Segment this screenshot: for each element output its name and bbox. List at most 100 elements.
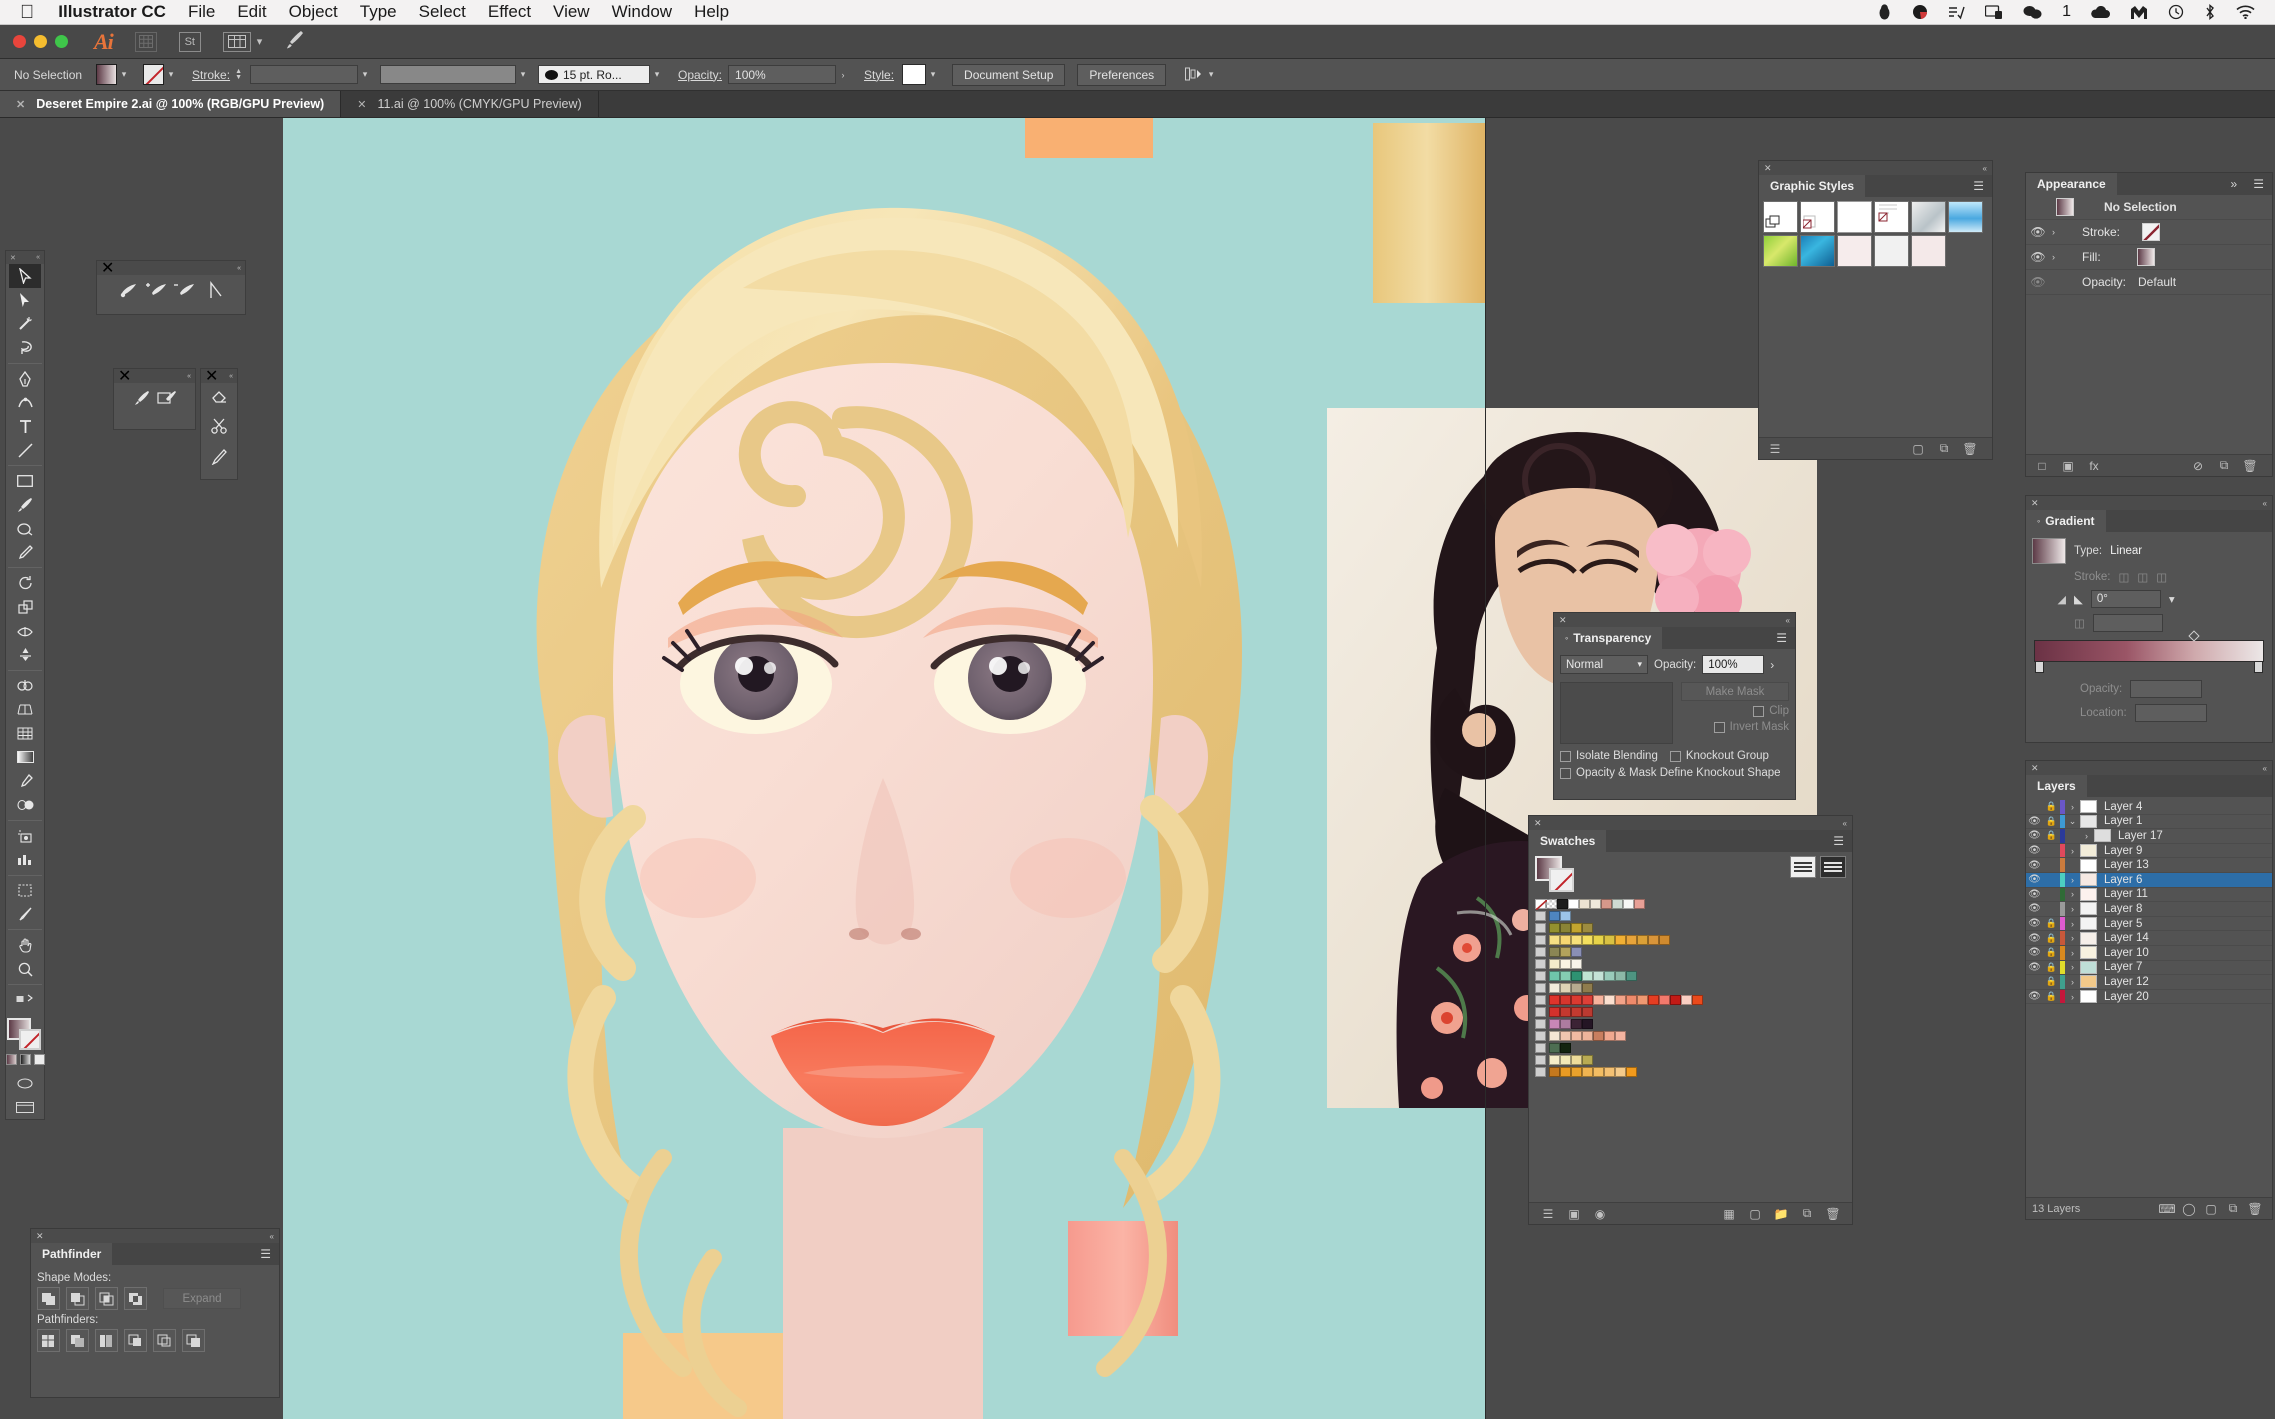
color-swatch[interactable] — [1560, 1042, 1571, 1053]
add-new-stroke-icon[interactable]: □ — [2032, 458, 2052, 474]
rectangle-tool[interactable] — [9, 469, 41, 493]
collapse-icon[interactable]: « — [270, 1232, 274, 1241]
color-swatch[interactable] — [1571, 958, 1582, 969]
stroke-profile-field[interactable] — [380, 65, 516, 84]
cloud-icon[interactable] — [2091, 5, 2110, 19]
shaper-tool[interactable] — [9, 517, 41, 541]
color-swatch[interactable] — [1615, 994, 1626, 1005]
stroke-color-swatch[interactable] — [143, 64, 165, 85]
swatch-row[interactable] — [1535, 910, 1846, 921]
eye-icon[interactable]: 👁 — [2026, 991, 2043, 1002]
menu-select[interactable]: Select — [419, 2, 466, 22]
document-tab-secondary[interactable]: ✕ 11.ai @ 100% (CMYK/GPU Preview) — [341, 91, 599, 117]
delete-layer-icon[interactable]: 🗑 — [2244, 1202, 2266, 1216]
color-swatch[interactable] — [1549, 1066, 1560, 1077]
tab-graphic-styles[interactable]: Graphic Styles — [1759, 175, 1866, 197]
direct-selection-tool[interactable] — [9, 288, 41, 312]
layer-name[interactable]: Layer 13 — [2104, 859, 2149, 871]
delete-item-icon[interactable]: 🗑 — [2240, 458, 2260, 474]
color-swatch[interactable] — [1571, 970, 1582, 981]
gradient-stop-start[interactable] — [2035, 661, 2044, 673]
mini-panel-header[interactable]: ✕ « — [114, 368, 195, 385]
gradient-midpoint-handle[interactable] — [2188, 630, 2200, 642]
layer-name[interactable]: Layer 11 — [2104, 888, 2148, 900]
apple-icon[interactable]:  — [20, 3, 34, 22]
delete-style-icon[interactable]: 🗑 — [1960, 441, 1980, 457]
layer-name[interactable]: Layer 6 — [2104, 874, 2142, 886]
color-swatch[interactable] — [1571, 1030, 1582, 1041]
layer-row[interactable]: 👁 🔒 › Layer 17 — [2026, 829, 2272, 844]
menu-help[interactable]: Help — [694, 2, 729, 22]
stroke-profile-chevron-icon[interactable]: ▾ — [516, 64, 530, 85]
slice-tool[interactable] — [9, 902, 41, 926]
layers-list[interactable]: 🔒 › Layer 4 👁 🔒 ⌄ Layer 1 👁 🔒 › Layer 17 👁 › Layer 9 👁… — [2026, 797, 2272, 1005]
fill-stroke-indicator[interactable] — [7, 1017, 43, 1050]
fill-stroke-gradient-icon[interactable]: ◢ — [2058, 593, 2066, 606]
intersect-icon[interactable] — [95, 1287, 118, 1310]
color-swatch[interactable] — [1549, 1054, 1560, 1065]
color-swatch[interactable] — [1604, 970, 1615, 981]
color-swatch[interactable] — [1648, 934, 1659, 945]
color-swatch[interactable] — [1615, 1030, 1626, 1041]
color-swatch[interactable] — [1604, 934, 1615, 945]
stroke-weight-label[interactable]: Stroke: — [192, 68, 230, 82]
opacity-field[interactable]: 100% — [728, 65, 837, 84]
layer-row[interactable]: 👁 › Layer 11 — [2026, 887, 2272, 903]
expand-panels-icon[interactable]: » — [2222, 173, 2246, 195]
color-swatch[interactable] — [1571, 982, 1582, 993]
panel-tab-strip[interactable]: Appearance » ☰ — [2026, 173, 2272, 195]
pathfinders-row[interactable] — [35, 1329, 275, 1352]
type-tool[interactable] — [9, 414, 41, 438]
close-icon[interactable]: ✕ — [357, 98, 366, 111]
eraser-tool-panel[interactable]: ✕ « — [200, 368, 238, 480]
swatch-row[interactable] — [1535, 970, 1846, 981]
graphic-style-swatch[interactable] — [1763, 235, 1798, 267]
invert-mask-checkbox[interactable] — [1713, 721, 1725, 733]
graphic-style-swatch[interactable] — [1837, 235, 1872, 267]
swatch-row[interactable] — [1535, 934, 1846, 945]
menu-view[interactable]: View — [553, 2, 590, 22]
graphic-style-swatch[interactable] — [1911, 235, 1946, 267]
color-swatch[interactable] — [1692, 994, 1703, 1005]
scale-tool[interactable] — [9, 595, 41, 619]
swatches-view-buttons[interactable] — [1790, 856, 1846, 878]
gradient-panel[interactable]: ✕ « ◦ Gradient Type: Linear Stroke: ◫ ◫ … — [2025, 495, 2273, 743]
color-swatch[interactable] — [1659, 994, 1670, 1005]
curvature-tool[interactable] — [9, 391, 41, 415]
color-mode-icon[interactable] — [5, 1054, 17, 1066]
window-traffic-lights[interactable] — [13, 35, 68, 48]
bridge-icon[interactable] — [134, 31, 157, 52]
graphic-style-swatch[interactable] — [1874, 235, 1909, 267]
locate-object-icon[interactable]: ⌨ — [2156, 1202, 2178, 1216]
transparency-opacity-field[interactable]: 100% — [1702, 655, 1765, 674]
stroke-weight-field[interactable] — [250, 65, 358, 84]
color-swatch[interactable] — [1549, 958, 1560, 969]
eye-icon[interactable]: 👁 — [2026, 889, 2043, 900]
clock-icon[interactable] — [2168, 4, 2184, 20]
brush-tool-buttons[interactable] — [114, 383, 195, 418]
appearance-opacity-row[interactable]: 👁 Opacity: Default — [2026, 270, 2272, 295]
layer-row[interactable]: 👁 🔒 › Layer 5 — [2026, 916, 2272, 932]
close-icon[interactable]: ✕ — [205, 366, 218, 386]
minus-back-icon[interactable] — [182, 1329, 205, 1352]
graphic-style-swatch[interactable] — [1911, 201, 1946, 233]
invert-mask-checkbox-row[interactable]: Invert Mask — [1713, 721, 1789, 733]
swatch-row[interactable] — [1535, 1030, 1846, 1041]
color-swatch[interactable] — [1560, 910, 1571, 921]
color-swatch[interactable] — [1637, 994, 1648, 1005]
stroke-swatch-large[interactable] — [19, 1028, 41, 1050]
color-swatch[interactable] — [1582, 994, 1593, 1005]
line-segment-tool[interactable] — [9, 438, 41, 462]
eye-icon[interactable]: 👁 — [2026, 947, 2043, 958]
color-group-icon[interactable] — [1535, 934, 1546, 945]
close-icon[interactable]: ✕ — [36, 1231, 44, 1242]
new-style-icon[interactable]: ⧉ — [1934, 441, 1954, 457]
color-swatch[interactable] — [1571, 1054, 1582, 1065]
color-swatch[interactable] — [1549, 922, 1560, 933]
gradient-type-row[interactable]: Type: Linear — [2032, 538, 2266, 564]
disclosure-triangle-icon[interactable]: › — [2065, 919, 2080, 929]
symbol-sprayer-icon[interactable] — [119, 281, 139, 304]
layer-name[interactable]: Layer 1 — [2104, 815, 2142, 827]
width-tool[interactable] — [9, 619, 41, 643]
panel-menu-icon[interactable]: ☰ — [2245, 173, 2272, 195]
